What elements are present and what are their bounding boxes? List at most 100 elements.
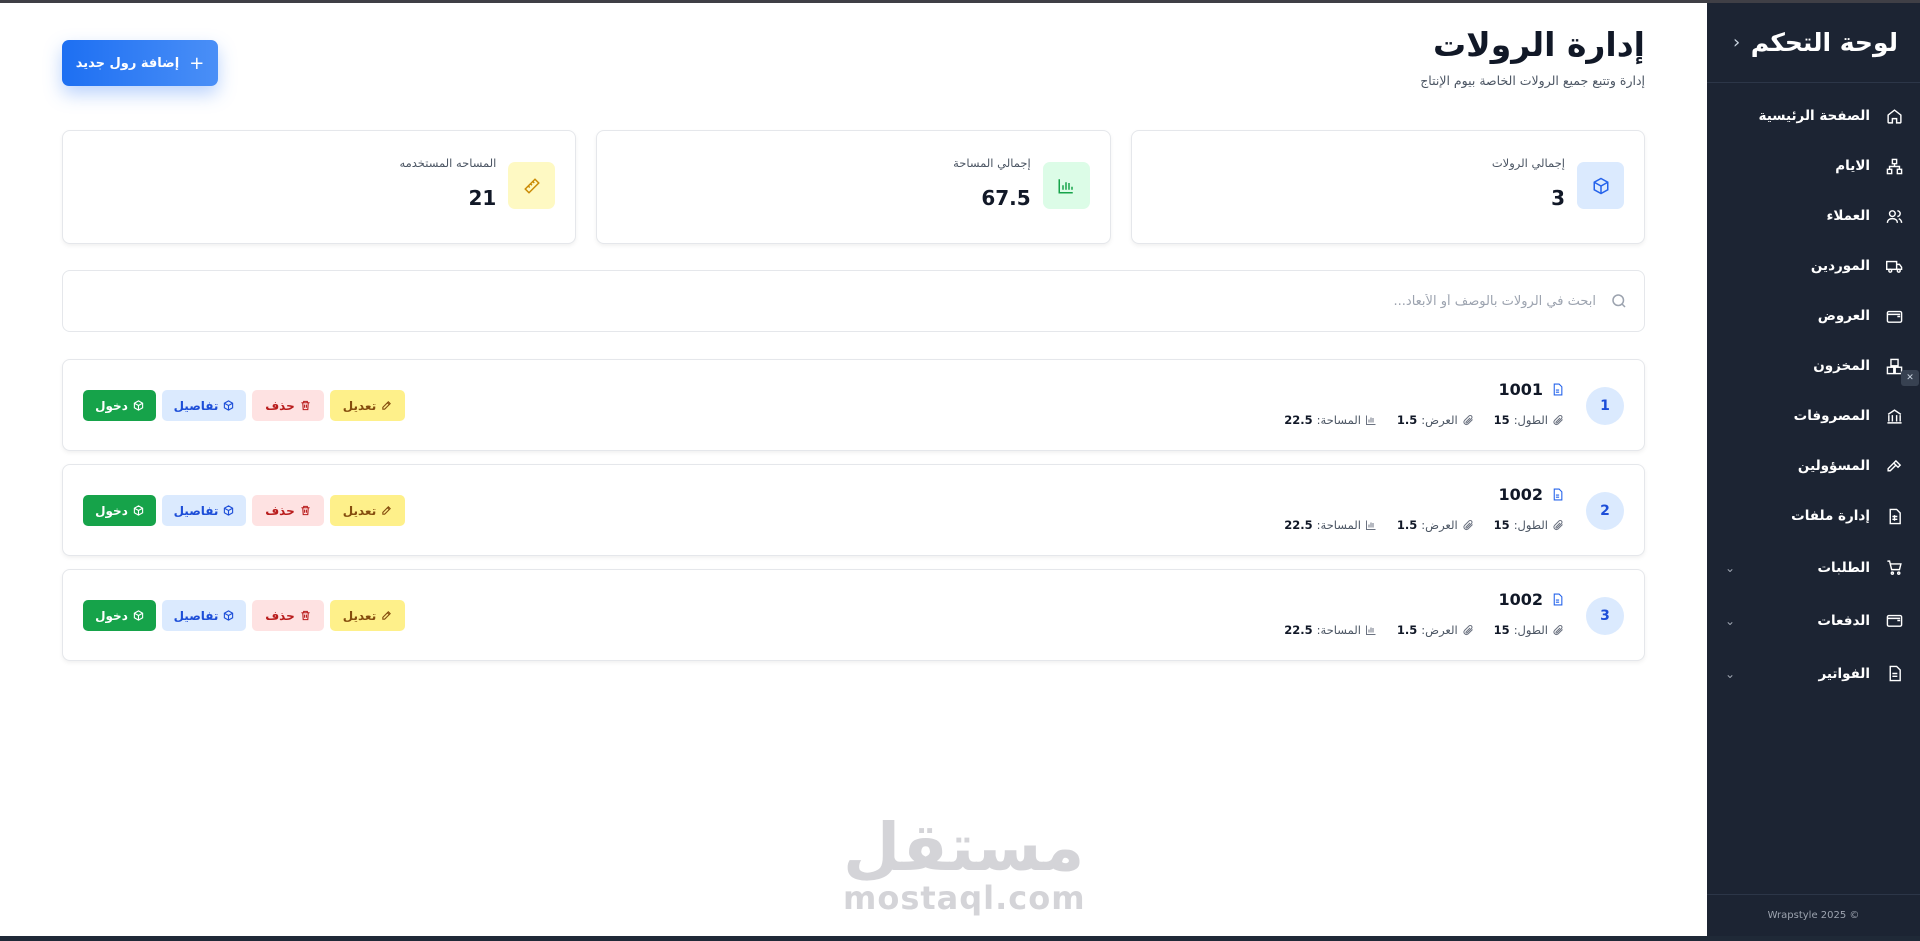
watermark: مستقل mostaql.com [843, 809, 1086, 917]
chevron-down-icon[interactable]: ⌄ [1725, 667, 1735, 681]
details-button[interactable]: تفاصيل [162, 495, 246, 526]
details-button[interactable]: تفاصيل [162, 600, 246, 631]
width-label: العرض: [1421, 413, 1458, 427]
delete-label: حذف [265, 608, 295, 623]
length-value: 15 [1493, 413, 1510, 427]
rolls-list: 1 1001 الطول: 15 العرض: 1.5 المساحة: 22.5 د… [62, 359, 1645, 674]
enter-label: دخول [95, 503, 128, 518]
width-label: العرض: [1421, 623, 1458, 637]
add-roll-label: إضافة رول جديد [75, 55, 180, 71]
sidebar-item-offers[interactable]: العروض [1707, 291, 1920, 341]
sidebar-item-invoices[interactable]: الفواتير ⌄ [1707, 647, 1920, 700]
delete-label: حذف [265, 503, 295, 518]
bar-chart-icon [1365, 520, 1376, 530]
roll-title: 1002 [1498, 485, 1543, 504]
box-icon [133, 505, 144, 516]
sidebar-item-label: العملاء [1826, 208, 1870, 224]
delete-button[interactable]: حذف [252, 600, 324, 631]
sidebar-item-clients[interactable]: العملاء [1707, 191, 1920, 241]
enter-label: دخول [95, 608, 128, 623]
wallet-icon [1884, 611, 1904, 631]
delete-button[interactable]: حذف [252, 390, 324, 421]
sidebar-item-label: الدفعات [1817, 612, 1870, 629]
roll-length: الطول: 15 [1494, 623, 1564, 637]
stat-value: 67.5 [981, 186, 1031, 210]
roll-card: 1 1001 الطول: 15 العرض: 1.5 المساحة: 22.5 د… [62, 359, 1645, 451]
edit-button[interactable]: تعديل [330, 600, 405, 631]
box-icon [224, 505, 234, 516]
enter-button[interactable]: دخول [83, 600, 156, 631]
edit-icon [382, 611, 392, 620]
roll-title: 1001 [1498, 380, 1543, 399]
box-icon [224, 610, 234, 621]
roll-width: العرض: 1.5 [1397, 413, 1474, 427]
chevron-down-icon[interactable]: ⌄ [1725, 614, 1735, 628]
roll-actions: دخول تفاصيل حذف تعديل [83, 390, 405, 421]
plus-icon: + [189, 52, 205, 74]
length-label: الطول: [1513, 518, 1548, 532]
delete-button[interactable]: حذف [252, 495, 324, 526]
watermark-latin: mostaql.com [843, 879, 1086, 917]
sidebar-item-expenses[interactable]: المصروفات [1707, 391, 1920, 441]
sidebar-item-home[interactable]: الصفحة الرئيسية [1707, 91, 1920, 141]
search-input[interactable] [996, 293, 1596, 309]
add-roll-button[interactable]: + إضافة رول جديد [62, 40, 218, 86]
stat-value: 3 [1551, 186, 1565, 210]
ruler-icon [508, 162, 556, 209]
stat-card-used-area: المساحه المستخدمه 21 [62, 130, 577, 244]
stats-row: إجمالي الرولات 3 إجمالي المساحة 67.5 الم… [62, 130, 1645, 244]
stat-label: المساحه المستخدمه [399, 156, 497, 170]
roll-width: العرض: 1.5 [1397, 623, 1474, 637]
sidebar-item-label: الطلبات [1817, 559, 1870, 576]
chevron-left-icon[interactable]: ‹ [1733, 32, 1740, 53]
sidebar-item-payments[interactable]: الدفعات ⌄ [1707, 594, 1920, 647]
enter-button[interactable]: دخول [83, 390, 156, 421]
chevron-down-icon[interactable]: ⌄ [1725, 561, 1735, 575]
area-value: 22.5 [1284, 518, 1313, 532]
sidebar-item-label: الموردين [1810, 258, 1870, 274]
details-label: تفاصيل [173, 398, 219, 413]
sidebar-item-suppliers[interactable]: الموردين [1707, 241, 1920, 291]
sidebar-item-days[interactable]: الايام [1707, 141, 1920, 191]
sidebar-item-files[interactable]: إدارة ملفات [1707, 491, 1920, 541]
sidebar-item-orders[interactable]: الطلبات ⌄ [1707, 541, 1920, 594]
sidebar-item-inventory[interactable]: المخزون [1707, 341, 1920, 391]
details-button[interactable]: تفاصيل [162, 390, 246, 421]
sidebar-item-label: الصفحة الرئيسية [1758, 108, 1870, 124]
close-icon[interactable]: ✕ [1901, 370, 1919, 386]
page-subtitle: إدارة وتتبع جميع الرولات الخاصة بيوم الإ… [1420, 73, 1645, 88]
length-value: 15 [1493, 623, 1510, 637]
trash-icon [301, 400, 310, 411]
edit-button[interactable]: تعديل [330, 495, 405, 526]
wallet-icon [1884, 306, 1904, 326]
details-label: تفاصيل [173, 608, 219, 623]
roll-area: المساحة: 22.5 [1284, 413, 1377, 427]
roll-length: الطول: 15 [1494, 413, 1564, 427]
paperclip-icon [1553, 415, 1563, 425]
edit-label: تعديل [342, 608, 377, 623]
paperclip-icon [1553, 625, 1563, 635]
watermark-arabic: مستقل [843, 809, 1085, 886]
stat-label: إجمالي المساحة [953, 156, 1031, 170]
area-value: 22.5 [1284, 623, 1313, 637]
enter-button[interactable]: دخول [83, 495, 156, 526]
edit-button[interactable]: تعديل [330, 390, 405, 421]
roll-title-row: 1001 [1498, 380, 1564, 399]
network-icon [1884, 156, 1904, 176]
box-icon [133, 610, 144, 621]
sidebar-item-admins[interactable]: المسؤولين [1707, 441, 1920, 491]
sidebar-item-label: إدارة ملفات [1791, 508, 1870, 524]
bar-chart-icon [1365, 415, 1376, 425]
roll-index: 1 [1586, 387, 1624, 425]
sidebar-nav: الصفحة الرئيسية الايام العملاء الموردين … [1707, 83, 1920, 700]
delete-label: حذف [265, 398, 295, 413]
roll-title: 1002 [1498, 590, 1543, 609]
width-value: 1.5 [1396, 518, 1418, 532]
sidebar-footer: Wrapstyle 2025 © [1707, 894, 1920, 936]
width-value: 1.5 [1396, 413, 1418, 427]
roll-area: المساحة: 22.5 [1284, 518, 1377, 532]
roll-meta: الطول: 15 العرض: 1.5 المساحة: 22.5 [1284, 518, 1564, 532]
paperclip-icon [1463, 520, 1473, 530]
enter-label: دخول [95, 398, 128, 413]
hammer-icon [1884, 456, 1904, 476]
